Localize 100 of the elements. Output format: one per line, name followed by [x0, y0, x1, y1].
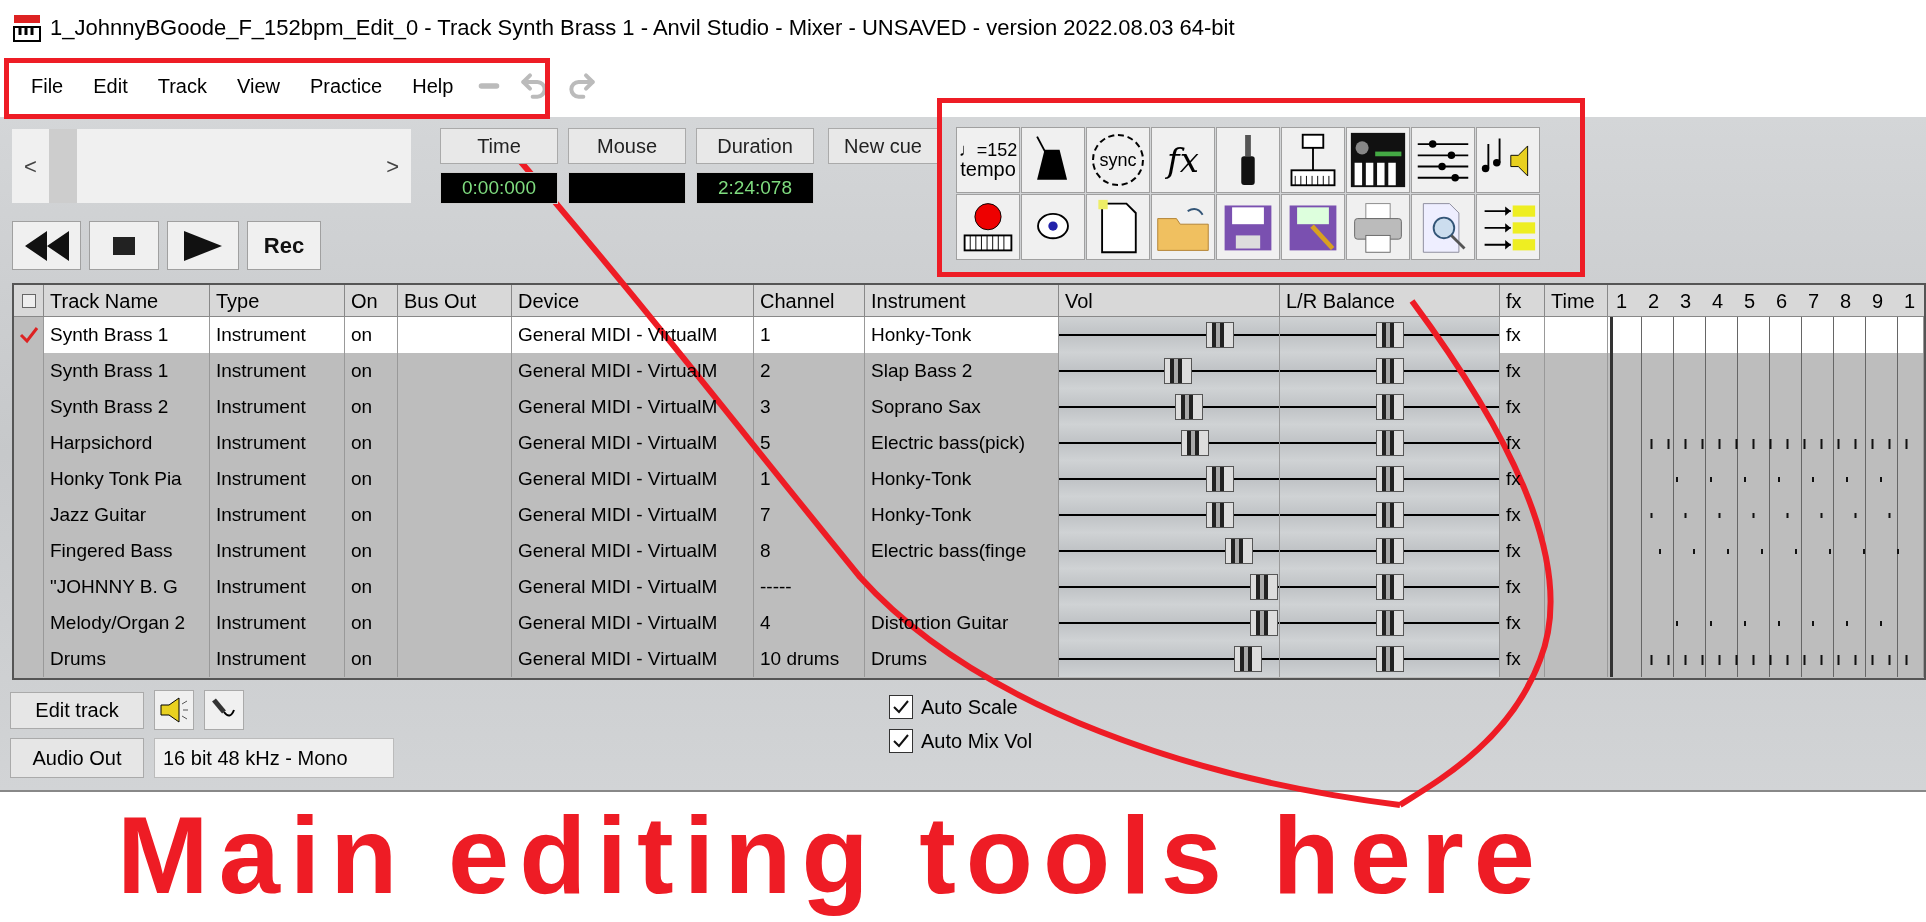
column-header[interactable]: Device — [518, 285, 580, 316]
select-all-checkbox[interactable] — [21, 293, 36, 308]
track-on-state: on — [351, 646, 373, 671]
column-header[interactable]: Time — [1551, 285, 1595, 316]
menu-item[interactable]: Help — [397, 67, 469, 105]
slider-thumb[interactable] — [1205, 502, 1234, 528]
jack-button[interactable] — [1216, 127, 1280, 193]
checkbox[interactable] — [889, 695, 913, 719]
track-name: Synth Brass 1 — [50, 322, 169, 347]
audio-out-button[interactable]: Audio Out — [10, 738, 144, 778]
slider-thumb[interactable] — [1174, 394, 1203, 420]
column-header[interactable]: Instrument — [871, 285, 966, 316]
track-type: Instrument — [216, 358, 306, 383]
microphone-button[interactable] — [204, 690, 244, 730]
column-header[interactable]: Bus Out — [404, 285, 477, 316]
slider-thumb[interactable] — [1225, 538, 1254, 564]
fx-button[interactable]: fx — [1506, 536, 1521, 566]
scroll-right-arrow[interactable]: > — [386, 149, 399, 183]
rewind-button[interactable] — [12, 221, 81, 270]
fx-button[interactable]: fx — [1506, 320, 1521, 350]
notes-speaker-button[interactable] — [1476, 127, 1540, 193]
fx-button[interactable]: fx — [1506, 500, 1521, 530]
record-keyboard-button[interactable] — [956, 194, 1020, 260]
help-button[interactable] — [1021, 194, 1085, 260]
horizontal-scrollbar[interactable]: < > — [12, 129, 411, 203]
instrument-name: Honky-Tonk — [871, 466, 972, 491]
print-button[interactable] — [1346, 194, 1410, 260]
preview-button[interactable] — [1411, 194, 1475, 260]
fx-button[interactable]: fx — [1506, 644, 1521, 674]
track-on-state: on — [351, 358, 373, 383]
channel-number: 1 — [760, 466, 771, 491]
checkbox-label: Auto Scale — [921, 695, 1018, 720]
column-header[interactable]: Type — [216, 285, 260, 316]
slider-thumb[interactable] — [1205, 322, 1234, 348]
fx-button[interactable]: fx — [1506, 356, 1521, 386]
column-header[interactable]: On — [351, 285, 378, 316]
fx-button[interactable]: fx — [1506, 428, 1521, 458]
slider-thumb[interactable] — [1375, 322, 1404, 348]
column-header[interactable]: Track Name — [50, 285, 159, 316]
slider-thumb[interactable] — [1375, 430, 1404, 456]
slider-thumb[interactable] — [1375, 574, 1404, 600]
stop-icon — [113, 236, 135, 255]
bar-number: 8 — [1839, 288, 1853, 314]
device-name: General MIDI - VirtualM — [518, 466, 718, 491]
channel-number: 7 — [760, 502, 771, 527]
slider-thumb[interactable] — [1375, 358, 1404, 384]
slider-thumb[interactable] — [1181, 430, 1210, 456]
speaker-button[interactable] — [154, 690, 194, 730]
play-button[interactable] — [167, 221, 239, 270]
scroll-thumb[interactable] — [48, 129, 77, 203]
slider-thumb[interactable] — [1375, 394, 1404, 420]
slider-thumb[interactable] — [1375, 502, 1404, 528]
stop-button[interactable] — [89, 221, 159, 270]
fx-button[interactable]: fx — [1506, 572, 1521, 602]
menu-item[interactable]: File — [16, 67, 79, 105]
column-header[interactable]: fx — [1506, 285, 1522, 316]
slider-thumb[interactable] — [1163, 358, 1192, 384]
mixer-button[interactable] — [1411, 127, 1475, 193]
slider-thumb[interactable] — [1249, 574, 1278, 600]
instrument-name: Electric bass(pick) — [871, 430, 1026, 455]
slider-thumb[interactable] — [1375, 610, 1404, 636]
save-button[interactable] — [1216, 194, 1280, 260]
new-cue-button[interactable]: New cue — [828, 128, 938, 164]
slider-thumb[interactable] — [1375, 538, 1404, 564]
audio-format-field[interactable]: 16 bit 48 kHz - Mono — [154, 738, 394, 778]
edit-track-button[interactable]: Edit track — [10, 691, 144, 729]
checkbox[interactable] — [889, 729, 913, 753]
slider-thumb[interactable] — [1249, 610, 1278, 636]
tracks-button[interactable] — [1476, 194, 1540, 260]
slider-thumb[interactable] — [1375, 466, 1404, 492]
column-header[interactable]: Vol — [1065, 285, 1093, 316]
instrument-name: Electric bass(finge — [871, 538, 1027, 563]
metronome-button[interactable] — [1021, 127, 1085, 193]
save-as-button[interactable] — [1281, 194, 1345, 260]
readout-button[interactable]: Duration — [696, 128, 814, 164]
record-button[interactable]: Rec — [247, 221, 321, 270]
column-header[interactable]: Channel — [760, 285, 835, 316]
fx-button[interactable]: fx — [1506, 392, 1521, 422]
device-name: General MIDI - VirtualM — [518, 646, 718, 671]
effects-button[interactable]: fx — [1151, 127, 1215, 193]
tempo-button[interactable]: ♩=152 tempo — [956, 127, 1020, 193]
midi-setup-button[interactable] — [1281, 127, 1345, 193]
menu-item[interactable]: Practice — [294, 67, 398, 105]
slider-thumb[interactable] — [1234, 646, 1263, 672]
slider-thumb[interactable] — [1205, 466, 1234, 492]
audio-jack-icon — [1241, 135, 1255, 185]
sync-button[interactable]: sync — [1086, 127, 1150, 193]
synth-button[interactable] — [1346, 127, 1410, 193]
column-header[interactable]: L/R Balance — [1286, 285, 1395, 316]
readout-display: 0:00:000 — [440, 172, 558, 204]
bar-number: 1 — [1615, 288, 1629, 314]
scroll-left-arrow[interactable]: < — [24, 149, 37, 183]
fx-button[interactable]: fx — [1506, 608, 1521, 638]
readout-button[interactable]: Time — [440, 128, 558, 164]
new-button[interactable] — [1086, 194, 1150, 260]
slider-thumb[interactable] — [1375, 646, 1404, 672]
menu-item[interactable]: Edit — [78, 67, 143, 105]
readout-button[interactable]: Mouse — [568, 128, 686, 164]
menu-item[interactable]: View — [221, 67, 295, 105]
menu-item[interactable]: Track — [142, 67, 222, 105]
